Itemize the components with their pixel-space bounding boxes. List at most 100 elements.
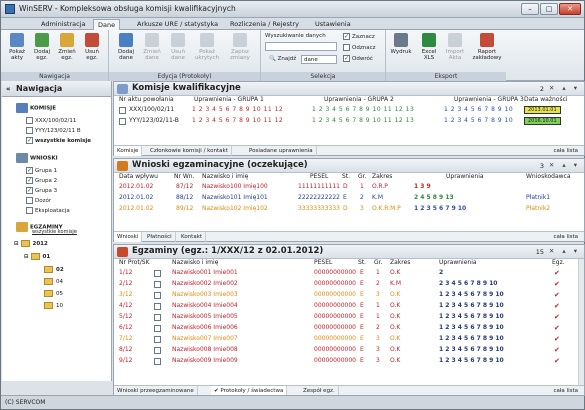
nav-eksploatacja[interactable]: Eksploatacja — [26, 207, 70, 214]
nav-day-02[interactable]: 02 — [44, 266, 64, 273]
col-nr-prot[interactable]: Nr Prot/SK — [119, 259, 150, 266]
pokaz-akty-button[interactable]: Pokaż akty — [6, 33, 28, 71]
nav-day-04[interactable]: 04 — [44, 278, 63, 285]
zmien-dane-button[interactable]: Zmień dane — [141, 33, 163, 71]
tab-ustawienia[interactable]: Ustawienia — [311, 19, 355, 30]
checkbox-grupa-3[interactable]: ✓ — [26, 187, 33, 194]
wydruk-button[interactable]: Wydruk — [390, 33, 412, 71]
checkbox-komisja-all[interactable]: ✓ — [26, 137, 33, 144]
wniosek-row[interactable]: 2012.01.02 89/12 Nazwisko102 Imię102 333… — [114, 204, 584, 214]
checkbox[interactable] — [154, 303, 161, 310]
wnioski-controls[interactable]: ✕ ▴ ▾ — [549, 161, 580, 169]
exam-row[interactable]: 4/12 Nazwisko004 Imie004 00000000000 E 1 O.K 1… — [114, 301, 584, 311]
checkbox-dozor[interactable] — [26, 197, 33, 204]
zapisz-zmiany-button[interactable]: Zapisz zmiany — [225, 33, 255, 71]
checkbox[interactable] — [154, 270, 161, 277]
checkbox[interactable] — [119, 118, 126, 125]
tab-rozliczenia[interactable]: Rozliczenia / Rejestry — [226, 19, 303, 30]
import-akta-button[interactable]: Import Akta — [444, 33, 466, 71]
col-zakres[interactable]: Zakres — [390, 259, 410, 266]
nav-wnioski[interactable]: WNIOSKI — [16, 153, 58, 163]
col-nazwisko[interactable]: Nazwisko i imię — [172, 259, 218, 266]
collapse-year-icon[interactable]: ⊟ — [14, 241, 19, 247]
tab-platnosci[interactable]: Płatności — [144, 232, 176, 242]
col-uprawnienia[interactable]: Uprawnienia — [446, 173, 484, 180]
col-nr-wn[interactable]: Nr Wn. — [174, 173, 195, 180]
checkbox[interactable] — [154, 325, 161, 332]
col-grupa-2[interactable]: Uprawnienia - GRUPA 2 — [324, 96, 394, 103]
exam-row[interactable]: 9/12 Nazwisko009 Imie009 00000000000 E 3 O.K 1… — [114, 356, 584, 366]
zmien-egz-button[interactable]: Zmień egz. — [56, 33, 78, 71]
find-select[interactable]: dane — [301, 55, 337, 64]
tab-uprawnienia[interactable]: Posiadane uprawnienia — [246, 146, 317, 156]
nav-egzaminy-sub[interactable]: wszystkie komisje — [32, 229, 77, 235]
checkbox[interactable] — [154, 314, 161, 321]
pokaz-ukrytych-button[interactable]: Pokaż ukrytych — [193, 33, 221, 71]
egzaminy-controls[interactable]: ✕ ▴ ▾ — [549, 247, 580, 255]
komisje-all-link[interactable]: cała lista — [553, 146, 578, 156]
col-gr[interactable]: Gr. — [358, 173, 366, 180]
nav-grupa-2[interactable]: ✓ Grupa 2 — [26, 177, 57, 184]
col-data-waznosci[interactable]: Data ważności — [524, 96, 568, 103]
nav-komisje[interactable]: KOMISJE — [16, 103, 56, 113]
collapse-icon[interactable]: « — [6, 81, 11, 97]
checkbox-komisja-2[interactable] — [26, 127, 33, 134]
dodaj-dane-button[interactable]: Dodaj dane — [115, 33, 137, 71]
nav-day-05[interactable]: 05 — [44, 290, 63, 297]
tab-arkusze[interactable]: Arkusze URE / statystyka — [133, 19, 222, 30]
komisja-row[interactable]: YYY/123/02/11-B 1 2 3 4 5 6 7 8 9 10 11 … — [114, 116, 584, 126]
exam-row[interactable]: 8/12 Nazwisko008 Imie008 00000000000 E 3 O.K 1… — [114, 345, 584, 355]
nav-grupa-3[interactable]: ✓ Grupa 3 — [26, 187, 57, 194]
close-button[interactable]: ✕ — [559, 3, 581, 15]
komisje-controls[interactable]: ✕ ▴ ▾ — [549, 84, 580, 92]
col-wnioskodawca[interactable]: Wnioskodawca — [526, 173, 571, 180]
minimize-button[interactable]: – — [521, 3, 539, 15]
checkbox[interactable] — [154, 292, 161, 299]
egzaminy-scrollbar[interactable] — [578, 259, 584, 386]
nav-komisja-1[interactable]: XXX/100/02/11 — [26, 117, 76, 124]
nav-komisja-2[interactable]: YYY/123/02/11 B — [26, 127, 81, 134]
checkbox-eksploatacja[interactable] — [26, 207, 33, 214]
checkbox[interactable] — [119, 107, 126, 114]
checkbox-grupa-1[interactable]: ✓ — [26, 167, 33, 174]
komisja-row[interactable]: XXX/100/02/11 1 2 3 4 5 6 7 8 9 10 11 12… — [114, 105, 584, 115]
nav-dozor[interactable]: Dozór — [26, 197, 51, 204]
col-zakres[interactable]: Zakres — [372, 173, 392, 180]
col-st[interactable]: St. — [342, 173, 350, 180]
checkbox[interactable] — [154, 281, 161, 288]
col-pesel[interactable]: PESEL — [310, 173, 328, 180]
col-uprawnienia[interactable]: Uprawnienia — [439, 259, 477, 266]
odznacz-button[interactable]: Odznacz — [343, 44, 375, 51]
checkbox[interactable] — [154, 358, 161, 365]
col-grupa-1[interactable]: Uprawnienia - GRUPA 1 — [194, 96, 264, 103]
excel-button[interactable]: Excel XLS — [418, 33, 440, 71]
col-egz[interactable]: Egz. — [552, 259, 565, 266]
raport-button[interactable]: Raport zakładowy — [472, 33, 502, 71]
col-grupa-3[interactable]: Uprawnienia - GRUPA 3 — [454, 96, 524, 103]
col-nazwisko[interactable]: Nazwisko i imię — [202, 173, 248, 180]
col-st[interactable]: St. — [358, 259, 366, 266]
exam-row[interactable]: 5/12 Nazwisko005 Imie005 00000000000 E 1 O.K 1… — [114, 312, 584, 322]
collapse-month-icon[interactable]: ⊟ — [24, 254, 29, 260]
odwroc-button[interactable]: ✓ Odwróć — [343, 55, 373, 62]
col-pesel[interactable]: PESEL — [314, 259, 332, 266]
checkbox[interactable] — [154, 336, 161, 343]
nav-komisja-all[interactable]: ✓ wszystkie komisje — [26, 137, 91, 144]
exam-row[interactable]: 7/12 Nazwisko007 Imie007 00000000000 E 3 O.K 1… — [114, 334, 584, 344]
wniosek-row[interactable]: 2012.01.02 88/12 Nazwisko101 Imię101 222… — [114, 193, 584, 203]
tab-komisje[interactable]: Komisje — [114, 146, 143, 156]
nav-grupa-1[interactable]: ✓ Grupa 1 — [26, 167, 57, 174]
nav-month[interactable]: ⊟ 01 — [24, 253, 50, 260]
maximize-button[interactable]: □ — [540, 3, 558, 15]
tab-administracja[interactable]: Administracja — [37, 19, 89, 30]
zaznacz-button[interactable]: ✓ Zaznacz — [343, 33, 375, 40]
usun-egz-button[interactable]: Usuń egz. — [81, 33, 103, 71]
wniosek-row[interactable]: 2012.01.02 87/12 Nazwisko100 Imię100 111… — [114, 182, 584, 192]
search-input[interactable] — [265, 42, 337, 51]
col-data-wplywu[interactable]: Data wpływu — [119, 173, 158, 180]
exam-row[interactable]: 3/12 Nazwisko003 Imie003 00000000000 E 3 O.K 1… — [114, 290, 584, 300]
tab-czlonkowie[interactable]: Członkowie komisji / kontakt — [147, 146, 232, 156]
nav-day-10[interactable]: 10 — [44, 302, 63, 309]
dodaj-egz-button[interactable]: Dodaj egz. — [31, 33, 53, 71]
nav-year[interactable]: ⊟ 2012 — [14, 240, 48, 247]
